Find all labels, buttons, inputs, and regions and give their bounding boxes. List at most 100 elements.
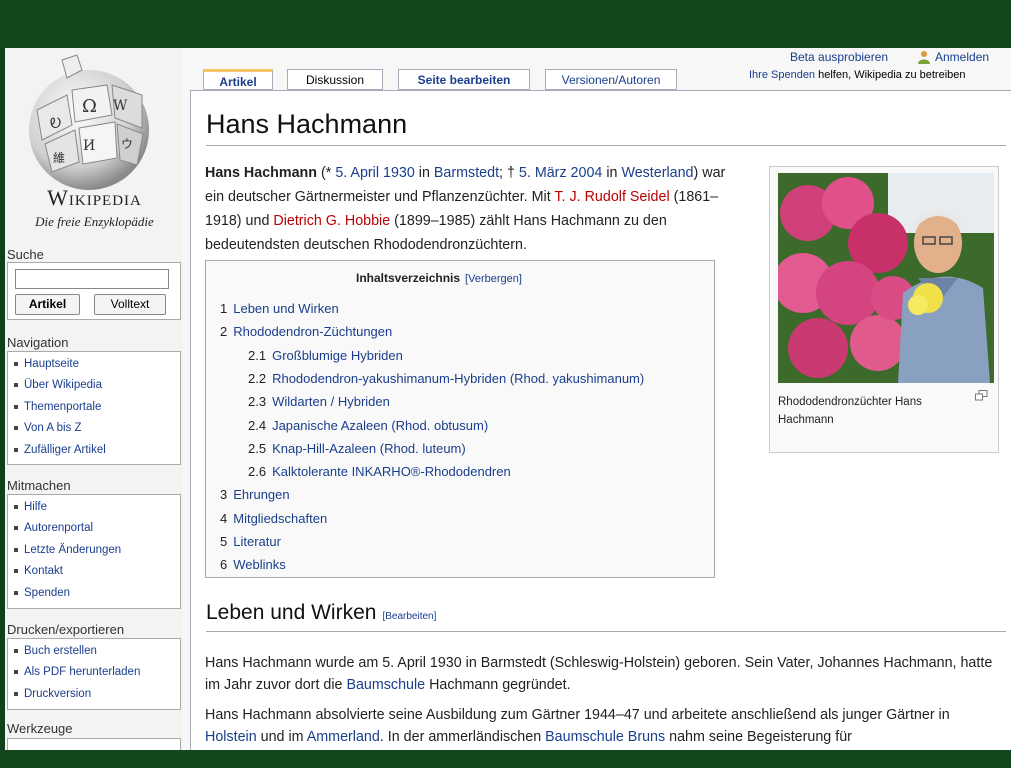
tools-heading[interactable]: Werkzeuge	[7, 721, 73, 736]
portrait-thumbnail: Rhododendronzüchter Hans Hachmann	[769, 166, 999, 453]
navigation-item-label: Über Wikipedia	[24, 379, 102, 392]
toc-item-label: Wildarten / Hybriden	[272, 394, 390, 410]
toc-item-number: 1	[220, 301, 228, 316]
participate-portal: Hilfe Autorenportal Letzte Änderungen Konta…	[7, 494, 181, 609]
toc-item-label: Knap-Hill-Azaleen (Rhod. luteum)	[272, 440, 466, 456]
participate-item[interactable]: Hilfe	[14, 499, 180, 520]
participate-item-label: Letzte Änderungen	[24, 543, 122, 556]
bullet-icon	[14, 648, 18, 653]
toc-hide-link[interactable]: [Verbergen]	[465, 273, 522, 285]
bullet-icon	[14, 447, 18, 452]
print-item-label: Buch erstellen	[24, 645, 97, 657]
death-place-link[interactable]: Westerland	[621, 165, 693, 181]
hobbie-link[interactable]: Dietrich G. Hobbie	[273, 213, 390, 229]
toc-item[interactable]: 5 Literatur	[220, 534, 281, 549]
svg-text:Ω: Ω	[82, 96, 97, 117]
print-item[interactable]: Als PDF herunterladen	[14, 664, 180, 685]
section-edit-link[interactable]: [Bearbeiten]	[382, 611, 436, 622]
search-box: Artikel Volltext	[7, 262, 181, 320]
tab-edit[interactable]: Seite bearbeiten	[398, 69, 530, 90]
svg-text:И: И	[83, 138, 95, 154]
navigation-item-label: Themenportale	[24, 400, 102, 413]
beta-link[interactable]: Beta ausprobieren	[790, 50, 888, 64]
section-heading-life: Leben und Wirken [Bearbeiten]	[206, 601, 437, 624]
bullet-icon	[14, 383, 18, 388]
toc-item-label: Mitgliedschaften	[233, 510, 328, 526]
birth-date-link[interactable]: 5. April 1930	[335, 165, 415, 181]
participate-item[interactable]: Kontakt	[14, 563, 180, 584]
toc-item-number: 5	[220, 534, 228, 549]
toc-item-label: Rhododendron-yakushimanum-Hybriden (Rhod…	[272, 370, 645, 386]
toc-item[interactable]: 1 Leben und Wirken	[220, 301, 339, 316]
participate-item[interactable]: Spenden	[14, 585, 180, 606]
svg-text:Ꭷ: Ꭷ	[50, 116, 61, 132]
navigation-item[interactable]: Von A bis Z	[14, 420, 180, 441]
fulltext-search-button[interactable]: Volltext	[94, 294, 166, 315]
print-item-label: Druckversion	[24, 687, 92, 700]
toc-item[interactable]: 2.1 Großblumige Hybriden	[248, 348, 403, 363]
navigation-item[interactable]: Zufälliger Artikel	[14, 442, 180, 463]
participate-item-label: Kontakt	[24, 565, 63, 578]
wikipedia-globe-logo[interactable]: Ω W Ꭷ И 維 ウ	[17, 50, 177, 240]
tab-discussion[interactable]: Diskussion	[287, 69, 383, 90]
tab-history[interactable]: Versionen/Autoren	[545, 69, 677, 90]
toc-item-label: Rhododendron-Züchtungen	[233, 324, 393, 340]
toc-item[interactable]: 2.3 Wildarten / Hybriden	[248, 394, 390, 409]
toc-item[interactable]: 2.6 Kalktolerante INKARHO®-Rhododendren	[248, 464, 511, 479]
navigation-item[interactable]: Hauptseite	[14, 356, 180, 377]
holstein-link[interactable]: Holstein	[205, 729, 257, 745]
toc-item-label: Ehrungen	[233, 487, 290, 503]
ammerland-link[interactable]: Ammerland	[307, 729, 380, 745]
navigation-item[interactable]: Über Wikipedia	[14, 377, 180, 398]
top-frame-bar	[0, 0, 1011, 48]
toc-item[interactable]: 3 Ehrungen	[220, 487, 290, 502]
toc-item-label: Literatur	[233, 534, 281, 549]
bullet-icon	[14, 404, 18, 409]
svg-text:維: 維	[53, 151, 65, 165]
bullet-icon	[14, 547, 18, 552]
print-item[interactable]: Druckversion	[14, 686, 180, 707]
donate-text: helfen, Wikipedia zu betreiben	[818, 69, 966, 81]
donate-link[interactable]: Ihre Spenden	[749, 69, 815, 81]
login-link[interactable]: Anmelden	[935, 50, 989, 64]
intro-bold-name: Hans Hachmann	[205, 165, 318, 181]
toc-item-label: Kalktolerante INKARHO®-Rhododendren	[272, 464, 511, 480]
page-title: Hans Hachmann	[206, 109, 408, 139]
hans-hachmann-photo[interactable]	[778, 173, 994, 383]
svg-text:ウ: ウ	[121, 137, 133, 151]
article-search-button[interactable]: Artikel	[15, 294, 80, 315]
baumschule-link[interactable]: Baumschule	[346, 677, 425, 693]
toc-title: Inhaltsverzeichnis [Verbergen]	[356, 271, 522, 285]
article-content: Hans Hachmann Hans Hachmann (* 5. April …	[190, 90, 1011, 750]
navigation-item[interactable]: Themenportale	[14, 399, 180, 420]
search-input[interactable]	[15, 269, 169, 289]
birth-place-link[interactable]: Barmstedt	[434, 165, 499, 181]
search-heading: Suche	[7, 247, 44, 262]
print-item[interactable]: Buch erstellen	[14, 643, 180, 664]
intro-paragraph: Hans Hachmann (* 5. April 1930 in Barmst…	[205, 165, 726, 253]
toc-item[interactable]: 2 Rhododendron-Züchtungen	[220, 324, 392, 339]
table-of-contents: Inhaltsverzeichnis [Verbergen] 1 Leben und…	[205, 260, 715, 578]
death-date-link[interactable]: 5. März 2004	[519, 165, 602, 181]
baumschule-bruns-link[interactable]: Baumschule Bruns	[545, 729, 665, 745]
tab-article[interactable]: Artikel	[203, 69, 273, 90]
toc-item[interactable]: 6 Weblinks	[220, 557, 286, 572]
enlarge-icon[interactable]	[975, 390, 988, 401]
toc-item-number: 3	[220, 487, 228, 503]
toc-item[interactable]: 4 Mitgliedschaften	[220, 511, 327, 526]
toc-item-number: 4	[220, 510, 228, 526]
toc-item-label: Japanische Azaleen (Rhod. obtusum)	[272, 417, 489, 433]
svg-text:W: W	[113, 98, 128, 114]
navigation-item-label: Hauptseite	[24, 358, 79, 370]
toc-item[interactable]: 2.4 Japanische Azaleen (Rhod. obtusum)	[248, 418, 488, 433]
participate-item[interactable]: Autorenportal	[14, 520, 180, 541]
seidel-link[interactable]: T. J. Rudolf Seidel	[554, 189, 669, 205]
participate-item[interactable]: Letzte Änderungen	[14, 542, 180, 563]
toc-item-number: 2.5	[248, 440, 267, 456]
paragraph-1: Hans Hachmann wurde am 5. April 1930 in …	[205, 655, 993, 693]
toc-item[interactable]: 2.5 Knap-Hill-Azaleen (Rhod. luteum)	[248, 441, 466, 456]
wikipedia-wordmark: Wikipedia	[47, 185, 142, 210]
navigation-item-label: Von A bis Z	[24, 422, 82, 435]
toc-item[interactable]: 2.2 Rhododendron-yakushimanum-Hybriden (R…	[248, 371, 644, 386]
toc-item-number: 2.1	[248, 347, 267, 363]
